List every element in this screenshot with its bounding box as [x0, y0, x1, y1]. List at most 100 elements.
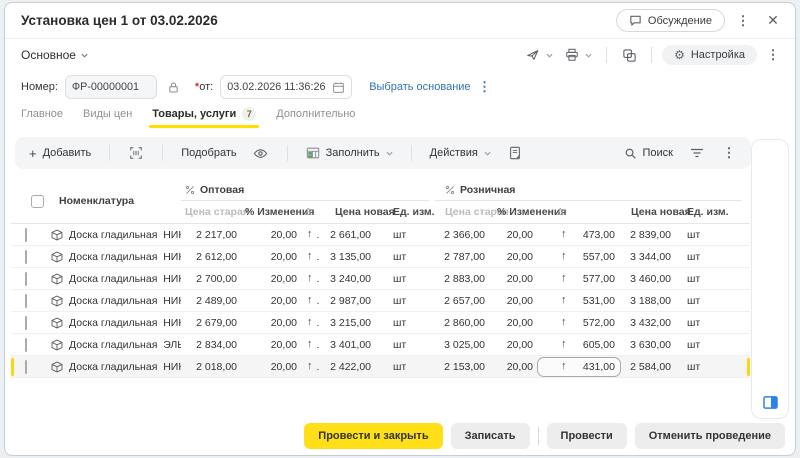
cell-wholesale-delta[interactable]: ↑. — [301, 339, 327, 351]
cell-retail-old-price[interactable]: 2 657,00 — [435, 295, 489, 307]
row-checkbox[interactable] — [25, 228, 27, 242]
cell-wholesale-delta[interactable]: ↑. — [301, 361, 327, 373]
table-row[interactable]: Доска гладильная НИКА 10 (...2 018,0020,… — [11, 356, 750, 378]
barcode-scan-icon[interactable] — [124, 141, 148, 165]
cell-wholesale-old-price[interactable]: 2 700,00 — [181, 273, 241, 285]
cell-retail-delta[interactable]: ↑605,00 — [537, 335, 621, 355]
tab-главное[interactable]: Главное — [21, 103, 63, 125]
cell-wholesale-old-price[interactable]: 2 018,00 — [181, 361, 241, 373]
cell-retail-pct[interactable]: 20,00 — [489, 273, 537, 285]
row-checkbox[interactable] — [25, 338, 27, 352]
cell-wholesale-new-price[interactable]: 2 987,00 — [327, 295, 377, 307]
send-button[interactable] — [522, 44, 557, 66]
cell-wholesale-old-price[interactable]: 2 679,00 — [181, 317, 241, 329]
cell-retail-old-price[interactable]: 2 153,00 — [435, 361, 489, 373]
post-button[interactable]: Провести — [547, 423, 627, 449]
cell-retail-unit[interactable]: шт — [675, 251, 750, 263]
cell-retail-pct[interactable]: 20,00 — [489, 339, 537, 351]
discussion-button[interactable]: Обсуждение — [616, 9, 725, 32]
cell-wholesale-new-price[interactable]: 3 135,00 — [327, 251, 377, 263]
cell-wholesale-pct[interactable]: 20,00 — [241, 273, 301, 285]
cell-retail-delta[interactable]: ↑557,00 — [537, 247, 621, 267]
cell-retail-pct[interactable]: 20,00 — [489, 229, 537, 241]
cell-retail-old-price[interactable]: 2 366,00 — [435, 229, 489, 241]
fill-button[interactable]: Заполнить — [302, 142, 397, 164]
cell-wholesale-unit[interactable]: шт — [377, 317, 435, 329]
table-row[interactable]: Доска гладильная НИКА 9 (...2 489,0020,0… — [11, 290, 750, 312]
cell-retail-unit[interactable]: шт — [675, 273, 750, 285]
eye-icon[interactable] — [249, 141, 273, 165]
cell-retail-delta[interactable]: ↑572,00 — [537, 313, 621, 333]
table-row[interactable]: Доска гладильная НИКА 11 (...2 612,0020,… — [11, 246, 750, 268]
cell-wholesale-new-price[interactable]: 3 215,00 — [327, 317, 377, 329]
row-checkbox[interactable] — [25, 294, 27, 308]
cell-retail-pct[interactable]: 20,00 — [489, 361, 537, 373]
cell-retail-new-price[interactable]: 2 584,00 — [621, 361, 675, 373]
cell-retail-new-price[interactable]: 3 630,00 — [621, 339, 675, 351]
cell-wholesale-unit[interactable]: шт — [377, 339, 435, 351]
cell-wholesale-pct[interactable]: 20,00 — [241, 295, 301, 307]
row-checkbox[interactable] — [25, 272, 27, 286]
number-field[interactable] — [65, 75, 157, 99]
row-checkbox[interactable] — [25, 360, 27, 374]
cell-retail-delta[interactable]: ↑577,00 — [537, 269, 621, 289]
window-more-button[interactable]: ⋮ — [731, 9, 755, 33]
cell-wholesale-delta[interactable]: ↑. — [301, 251, 327, 263]
table-row[interactable]: Доска гладильная ЭЛЬЗА ДЕ...2 834,0020,0… — [11, 334, 750, 356]
row-checkbox[interactable] — [25, 316, 27, 330]
table-row[interactable]: Доска гладильная НИКА 10+...2 217,0020,0… — [11, 224, 750, 246]
post-and-close-button[interactable]: Провести и закрыть — [304, 423, 442, 449]
number-input[interactable] — [72, 81, 150, 93]
cell-wholesale-unit[interactable]: шт — [377, 229, 435, 241]
search-button[interactable]: Поиск — [620, 143, 677, 164]
select-basis-link[interactable]: Выбрать основание — [369, 81, 470, 93]
cell-retail-new-price[interactable]: 3 344,00 — [621, 251, 675, 263]
save-button[interactable]: Записать — [451, 423, 530, 449]
cell-retail-delta-current[interactable]: ↑431,00 — [537, 357, 621, 377]
cell-wholesale-pct[interactable]: 20,00 — [241, 361, 301, 373]
cell-wholesale-old-price[interactable]: 2 217,00 — [181, 229, 241, 241]
cell-wholesale-unit[interactable]: шт — [377, 295, 435, 307]
main-menu-button[interactable]: Основное — [21, 48, 88, 62]
table-row[interactable]: Доска гладильная НИКА 12 (...2 700,0020,… — [11, 268, 750, 290]
edit-selected-icon[interactable] — [503, 141, 527, 165]
cell-retail-old-price[interactable]: 2 787,00 — [435, 251, 489, 263]
pick-button[interactable]: Подобрать — [177, 143, 240, 163]
cell-retail-unit[interactable]: шт — [675, 295, 750, 307]
cell-retail-new-price[interactable]: 3 432,00 — [621, 317, 675, 329]
table-more-button[interactable]: ⋮ — [717, 141, 741, 165]
tab-товары-услуги[interactable]: Товары, услуги7 — [152, 103, 256, 125]
add-button[interactable]: + Добавить — [25, 143, 95, 164]
cell-wholesale-new-price[interactable]: 2 661,00 — [327, 229, 377, 241]
cell-retail-old-price[interactable]: 3 025,00 — [435, 339, 489, 351]
cell-retail-unit[interactable]: шт — [675, 339, 750, 351]
cell-wholesale-old-price[interactable]: 2 834,00 — [181, 339, 241, 351]
cell-wholesale-delta[interactable]: ↑. — [301, 273, 327, 285]
tab-дополнительно[interactable]: Дополнительно — [276, 103, 355, 125]
cell-wholesale-unit[interactable]: шт — [377, 251, 435, 263]
cell-retail-old-price[interactable]: 2 860,00 — [435, 317, 489, 329]
row-checkbox[interactable] — [25, 250, 27, 264]
cell-retail-unit[interactable]: шт — [675, 229, 750, 241]
cell-wholesale-pct[interactable]: 20,00 — [241, 317, 301, 329]
print-button[interactable] — [561, 44, 596, 66]
calendar-icon[interactable] — [332, 81, 345, 94]
settings-button[interactable]: ⚙ Настройка — [662, 45, 757, 65]
cell-wholesale-pct[interactable]: 20,00 — [241, 339, 301, 351]
cell-wholesale-delta[interactable]: ↑. — [301, 317, 327, 329]
tab-виды-цен[interactable]: Виды цен — [83, 103, 132, 125]
cell-retail-delta[interactable]: ↑531,00 — [537, 291, 621, 311]
form-more-button[interactable]: ⋮ — [761, 43, 785, 67]
cell-wholesale-delta[interactable]: ↑. — [301, 295, 327, 307]
panel-toggle-icon[interactable] — [763, 396, 778, 409]
cell-wholesale-unit[interactable]: шт — [377, 273, 435, 285]
basis-more-button[interactable]: ⋮ — [478, 75, 492, 99]
cell-wholesale-pct[interactable]: 20,00 — [241, 251, 301, 263]
cell-wholesale-old-price[interactable]: 2 612,00 — [181, 251, 241, 263]
cell-wholesale-old-price[interactable]: 2 489,00 — [181, 295, 241, 307]
cell-retail-pct[interactable]: 20,00 — [489, 251, 537, 263]
related-documents-icon[interactable] — [617, 43, 641, 67]
cell-wholesale-new-price[interactable]: 3 401,00 — [327, 339, 377, 351]
cell-retail-new-price[interactable]: 3 188,00 — [621, 295, 675, 307]
actions-button[interactable]: Действия — [426, 143, 495, 163]
